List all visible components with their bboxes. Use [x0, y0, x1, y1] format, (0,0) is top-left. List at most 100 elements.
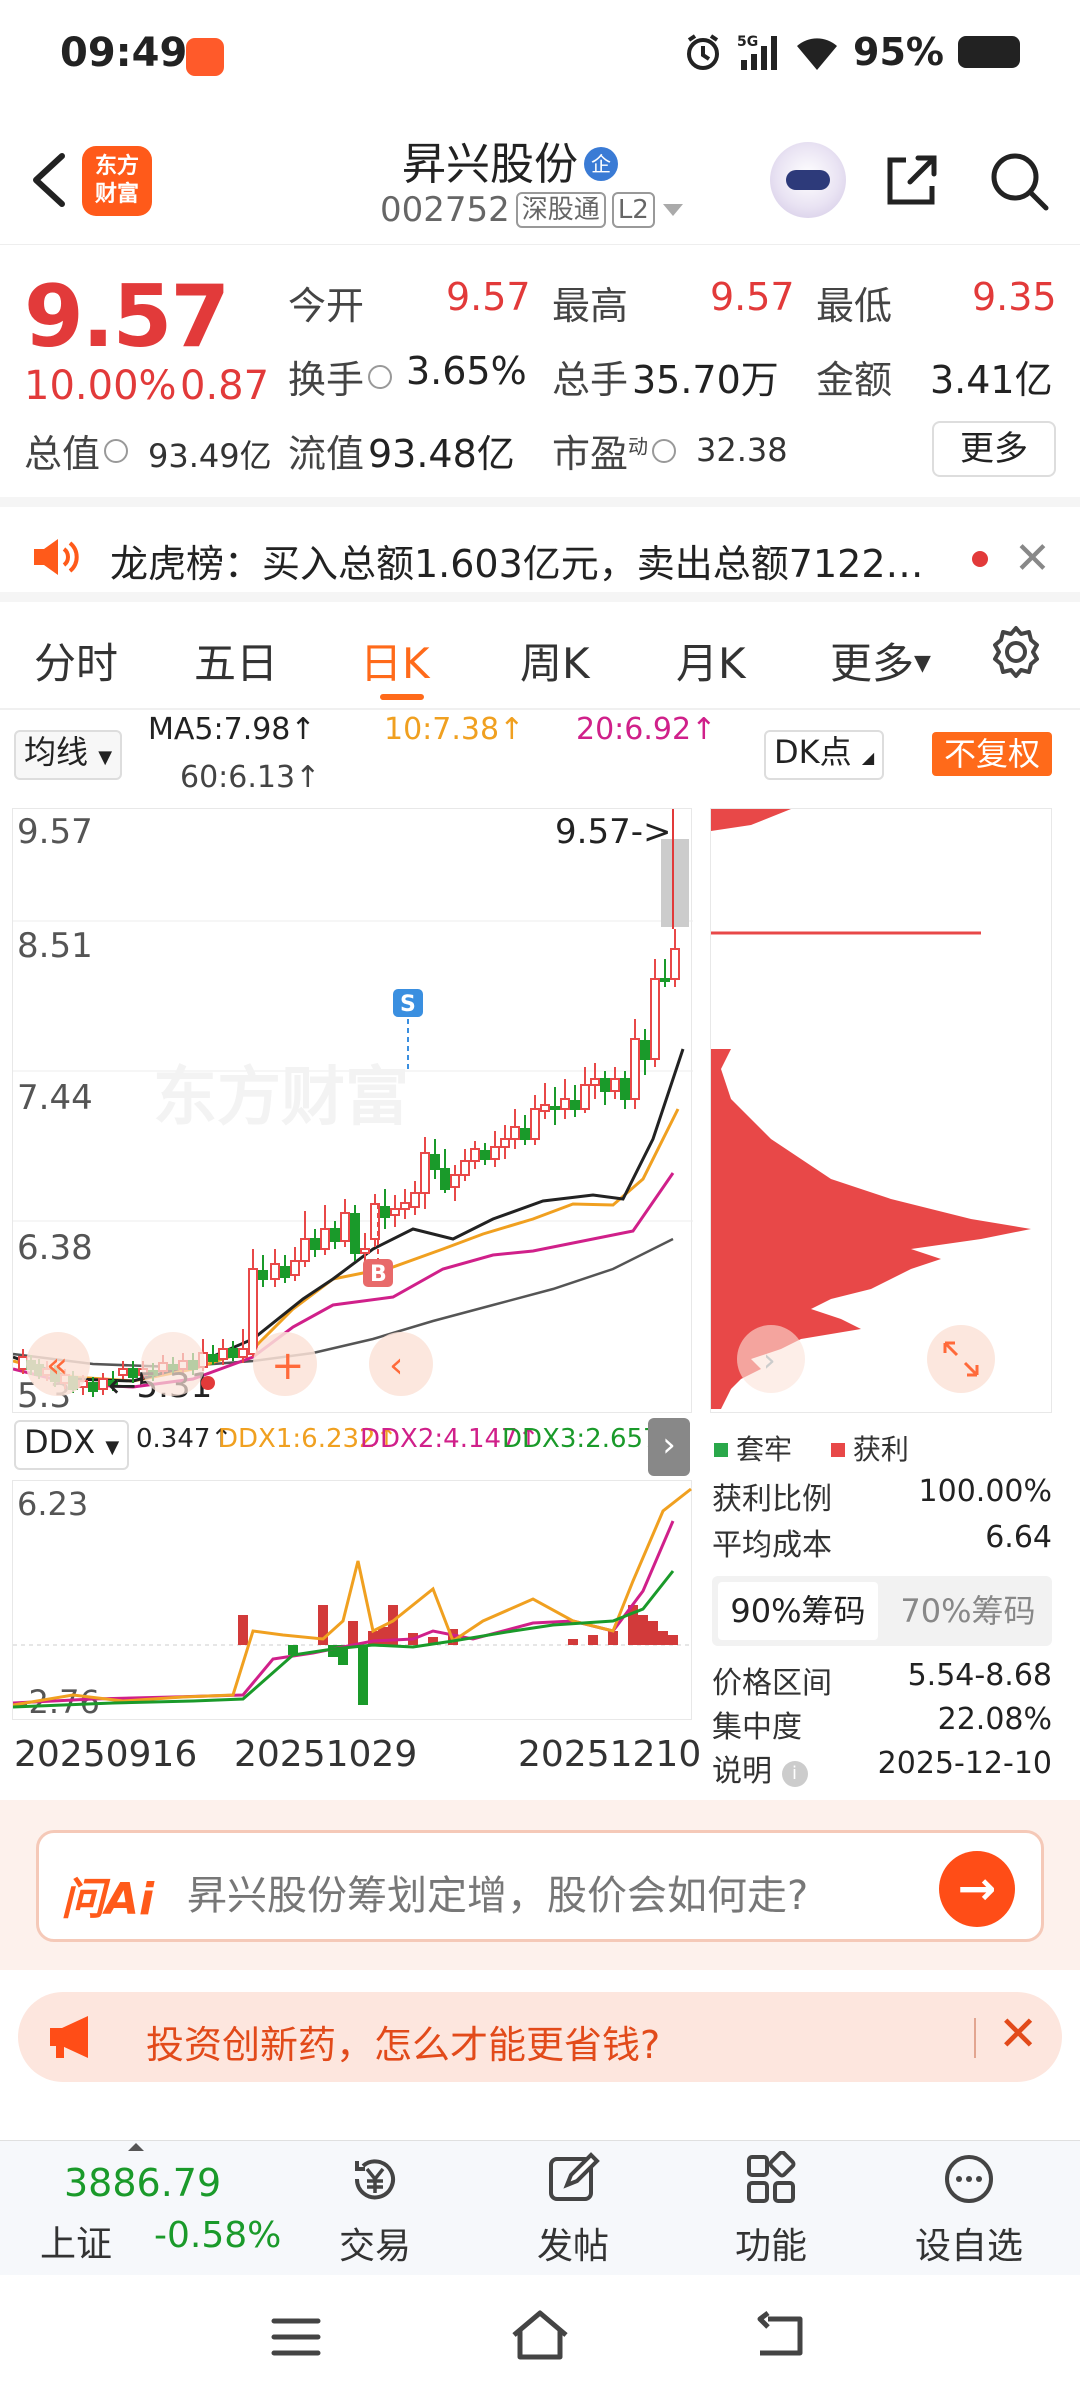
- concentration-label: 集中度: [712, 1710, 802, 1745]
- dragon-tiger-banner[interactable]: 龙虎榜：买入总额1.603亿元，卖出总额7122万... ✕: [0, 497, 1080, 602]
- nav-functions[interactable]: 功能: [706, 2150, 836, 2269]
- unread-dot: [972, 551, 988, 567]
- kline-chart[interactable]: 东方财富 9.57 8.51 7.44 6.38 5.3 9.57-> ←5.3…: [12, 808, 693, 1416]
- info-icon[interactable]: [104, 439, 129, 463]
- watermark: 东方财富: [153, 1061, 409, 1135]
- info-icon[interactable]: [652, 439, 677, 463]
- nav-add-watchlist[interactable]: 设自选: [904, 2151, 1034, 2269]
- info-icon[interactable]: i: [781, 1761, 808, 1787]
- home-icon[interactable]: [508, 2307, 572, 2363]
- price-label-4: 6.38: [17, 1228, 93, 1268]
- adjust-button[interactable]: 不复权: [932, 732, 1053, 776]
- nav-post[interactable]: 发帖: [508, 2151, 638, 2269]
- tab-monthly-k[interactable]: 月K: [676, 630, 746, 691]
- buy-marker-text: B: [370, 1262, 387, 1287]
- candle-body: [580, 1084, 590, 1110]
- indicator-dropdown[interactable]: 均线 ▼: [14, 730, 123, 780]
- ddx-dropdown-label: DDX: [24, 1423, 96, 1461]
- ddx-expand-button[interactable]: ›: [648, 1418, 690, 1476]
- close-icon[interactable]: ✕: [998, 2006, 1038, 2062]
- tab-more[interactable]: 更多▼: [830, 630, 931, 691]
- ddx-bar: [638, 1615, 648, 1645]
- candle-body: [208, 1354, 218, 1362]
- app-logo[interactable]: 东方 财富: [82, 146, 152, 216]
- candle-body: [238, 1348, 248, 1358]
- scroll-indicator: [661, 839, 689, 927]
- enterprise-badge-icon: 企: [584, 147, 618, 181]
- note-value: 2025-12-10: [877, 1746, 1052, 1781]
- speaker-icon: [34, 539, 79, 575]
- active-tab-indicator: [380, 694, 424, 700]
- status-bar: 09:49 5G 95%: [0, 0, 1080, 110]
- candle-body: [350, 1213, 360, 1254]
- ddx-dropdown[interactable]: DDX ▼: [14, 1420, 130, 1470]
- ai-question-box[interactable]: 问Ai 昇兴股份筹划定增，股价会如何走? →: [36, 1830, 1044, 1942]
- candle-body: [18, 1356, 28, 1370]
- chip-distribution-chart[interactable]: ›: [710, 808, 1052, 1413]
- avg-cost-label: 平均成本: [712, 1528, 832, 1563]
- ddx-value-text: 0.347: [136, 1424, 211, 1454]
- back-icon[interactable]: [26, 150, 72, 210]
- last-price: 9.57: [24, 267, 230, 367]
- profit-ratio-label: 获利比例: [712, 1482, 832, 1517]
- caret-down-icon: ▼: [105, 1437, 120, 1458]
- candle-body: [570, 1100, 580, 1110]
- more-icon: [945, 2155, 993, 2203]
- candle-body: [480, 1150, 490, 1160]
- chip-90-tab[interactable]: 90%筹码: [718, 1582, 878, 1640]
- candle-body: [310, 1238, 320, 1250]
- tab-intraday[interactable]: 分时: [34, 630, 118, 691]
- avg-cost-value: 6.64: [985, 1520, 1052, 1555]
- tab-daily-k[interactable]: 日K: [360, 630, 430, 691]
- profit-ratio-value: 100.00%: [918, 1474, 1052, 1509]
- index-ticker[interactable]: 3886.79 上证 -0.58%: [0, 2141, 281, 2276]
- ma10-text: 10:7.38: [384, 712, 500, 747]
- event-dot[interactable]: [201, 1376, 215, 1390]
- tab-five-day[interactable]: 五日: [194, 630, 278, 691]
- dk-dropdown[interactable]: DK点 ◢: [764, 730, 885, 780]
- candle-body: [510, 1126, 520, 1140]
- tab-weekly-k[interactable]: 周K: [520, 630, 590, 691]
- ai-robot-icon[interactable]: [770, 142, 846, 218]
- chip-70-tab[interactable]: 70%筹码: [888, 1582, 1048, 1640]
- promo-banner[interactable]: 投资创新药，怎么才能更省钱? ✕: [18, 1992, 1062, 2082]
- ddx-bar: [588, 1635, 598, 1645]
- stock-code-row[interactable]: 002752 深股通 L2: [380, 190, 685, 230]
- pe-sup: 动: [628, 434, 649, 459]
- volume-label: 总手: [552, 358, 629, 402]
- change-amount: 0.87: [180, 363, 270, 409]
- nav-trade[interactable]: 交易: [310, 2151, 440, 2269]
- signal-icon: 5G: [737, 34, 778, 70]
- share-icon[interactable]: [882, 150, 942, 210]
- caret-icon: ◢: [861, 748, 875, 767]
- expand-control[interactable]: [927, 1325, 995, 1393]
- note-label-text: 说明: [712, 1754, 772, 1789]
- svg-text:5G: 5G: [737, 34, 758, 50]
- gear-icon[interactable]: [988, 624, 1044, 680]
- candle-body: [430, 1154, 440, 1170]
- clock: 09:49: [60, 30, 188, 76]
- candles: [18, 929, 680, 1397]
- candle-body: [88, 1382, 98, 1392]
- ddx-chart[interactable]: 6.23 -2.76: [12, 1480, 693, 1721]
- logo-text-1: 东方: [94, 154, 139, 179]
- ma60-value: 60:6.13↑: [180, 760, 321, 795]
- nav-trade-label: 交易: [338, 2226, 411, 2267]
- search-icon[interactable]: [988, 150, 1050, 212]
- chip-range-toggle: 90%筹码 70%筹码: [712, 1576, 1052, 1646]
- arrow-right-icon[interactable]: →: [939, 1851, 1015, 1927]
- turnover-value: 3.65%: [406, 349, 527, 393]
- info-icon[interactable]: [368, 365, 393, 389]
- ma-row: 均线 ▼ MA5:7.98↑ 10:7.38↑ 20:6.92↑ 60:6.13…: [0, 712, 1080, 802]
- zoom-out-control[interactable]: [141, 1332, 205, 1396]
- menu-icon[interactable]: [270, 2315, 322, 2359]
- candle-body: [380, 1206, 390, 1218]
- candle-body: [248, 1268, 258, 1355]
- stock-header: 东方 财富 昇兴股份企 002752 深股通 L2: [0, 110, 1080, 245]
- change-percent: 10.00%: [24, 363, 177, 409]
- promo-text: 投资创新药，怎么才能更省钱?: [146, 2023, 661, 2067]
- close-icon[interactable]: ✕: [1014, 533, 1051, 584]
- candle-body: [590, 1078, 600, 1086]
- back-nav-icon[interactable]: [752, 2311, 808, 2361]
- more-button[interactable]: 更多: [932, 421, 1056, 477]
